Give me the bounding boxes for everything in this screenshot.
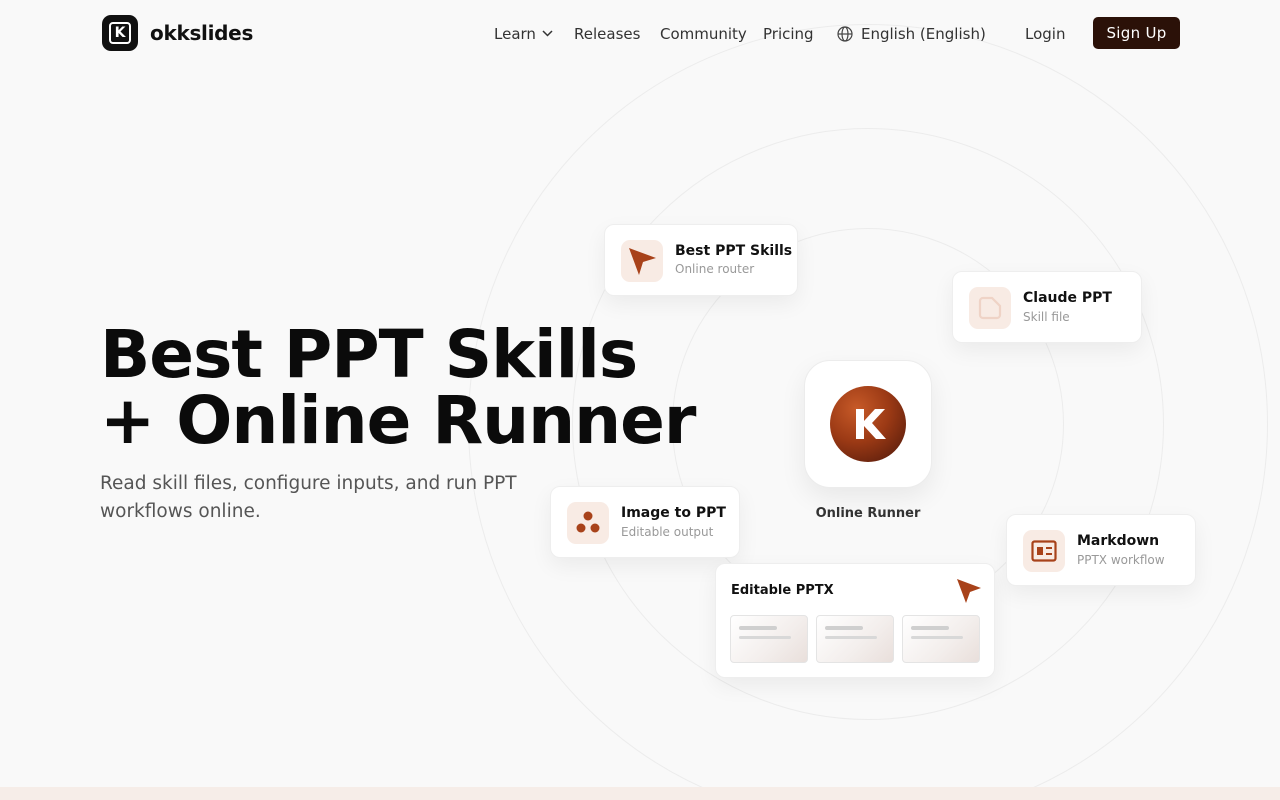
hero-subtitle: Read skill files, configure inputs, and …: [100, 473, 517, 522]
site-header: K okkslides Learn Releases Community Pri…: [0, 0, 1280, 66]
brand-logo-letter: K: [109, 22, 131, 44]
card-subtitle: Editable output: [621, 525, 714, 539]
nav-community-link[interactable]: Community: [660, 22, 747, 46]
slide-thumbnail: [816, 615, 894, 663]
slide-thumbnail: [730, 615, 808, 663]
section-divider: [0, 787, 1280, 800]
brand-logo-icon: K: [102, 15, 138, 51]
signup-button[interactable]: Sign Up: [1093, 17, 1180, 49]
slides-icon: [1023, 530, 1065, 572]
nav-pricing-link[interactable]: Pricing: [763, 22, 814, 46]
language-label: English (English): [861, 25, 986, 43]
nav-learn-dropdown[interactable]: Learn: [494, 22, 553, 46]
card-markdown[interactable]: Markdown PPTX workflow: [1006, 514, 1196, 586]
card-claude-ppt[interactable]: Claude PPT Skill file: [952, 271, 1142, 343]
card-title: Editable PPTX: [731, 583, 834, 598]
online-runner-label: Online Runner: [815, 506, 921, 521]
card-editable-pptx[interactable]: Editable PPTX: [715, 563, 995, 678]
nav-learn-label: Learn: [494, 25, 536, 43]
chevron-down-icon: [542, 29, 553, 37]
nav-releases-link[interactable]: Releases: [574, 22, 640, 46]
slide-thumbnail: [902, 615, 980, 663]
globe-icon: [837, 26, 853, 42]
brand-name: okkslides: [150, 21, 254, 45]
card-title: Claude PPT: [1023, 290, 1112, 306]
molecule-icon: [567, 502, 609, 544]
card-subtitle: Skill file: [1023, 310, 1070, 324]
brand-logo-link[interactable]: K okkslides: [102, 15, 253, 51]
hero-title-line2: + Online Runner: [100, 382, 696, 459]
cursor-arrow-icon: [957, 579, 981, 603]
card-title: Markdown: [1077, 533, 1160, 549]
runner-logo-icon: [830, 386, 906, 462]
card-best-ppt-skills[interactable]: Best PPT Skills Online router: [604, 224, 798, 296]
card-title: Best PPT Skills: [675, 243, 793, 259]
login-link[interactable]: Login: [1025, 22, 1065, 46]
card-title: Image to PPT: [621, 505, 726, 521]
online-runner-tile[interactable]: [804, 360, 932, 488]
card-subtitle: PPTX workflow: [1077, 553, 1165, 567]
card-image-to-ppt[interactable]: Image to PPT Editable output: [550, 486, 740, 558]
hero-title: Best PPT Skills + Online Runner: [100, 316, 696, 459]
file-icon: [969, 287, 1011, 329]
card-subtitle: Online router: [675, 262, 755, 276]
language-selector[interactable]: English (English): [837, 22, 986, 46]
hero-title-line1: Best PPT Skills: [100, 316, 638, 393]
cursor-arrow-icon: [621, 240, 663, 282]
